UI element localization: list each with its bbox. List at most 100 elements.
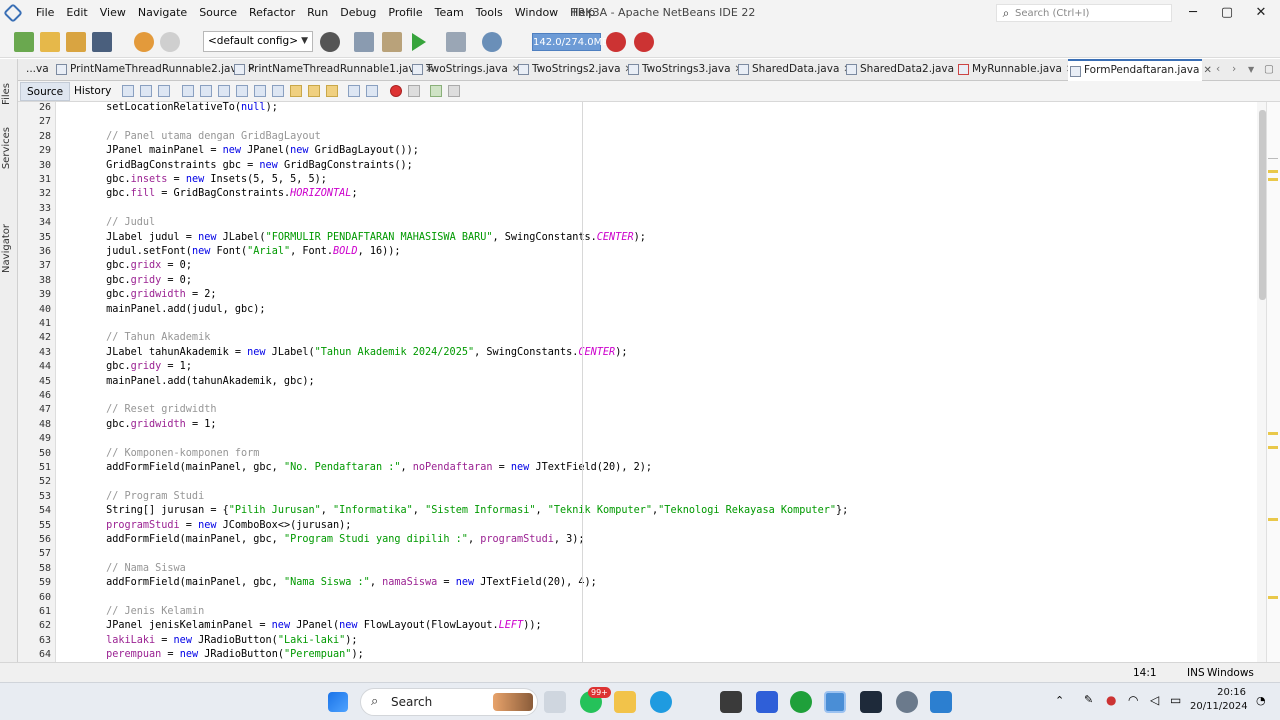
maximize-editor-icon[interactable]: ▢: [1264, 59, 1274, 81]
close-icon[interactable]: ✕: [1203, 65, 1211, 76]
cursor-position[interactable]: 14:1: [1133, 663, 1157, 683]
maximize-button[interactable]: ▢: [1210, 0, 1244, 26]
menu-refactor[interactable]: Refactor: [243, 0, 301, 26]
tab-twostrings3[interactable]: TwoStrings3.java✕: [626, 59, 743, 81]
close-window-button[interactable]: ✕: [1244, 0, 1278, 26]
microphone-icon[interactable]: ●: [1106, 693, 1116, 707]
find-icon[interactable]: [182, 85, 194, 97]
find-next-icon[interactable]: [218, 85, 230, 97]
source-tab[interactable]: Source: [20, 82, 71, 101]
minimize-button[interactable]: ─: [1176, 0, 1210, 26]
menu-run[interactable]: Run: [301, 0, 334, 26]
edge-icon[interactable]: [650, 691, 672, 713]
start-icon[interactable]: [328, 692, 348, 712]
code-line[interactable]: // Program Studi: [57, 490, 204, 504]
menu-file[interactable]: File: [30, 0, 60, 26]
tab-truncated[interactable]: ...va: [18, 59, 49, 81]
menu-team[interactable]: Team: [429, 0, 470, 26]
memory-indicator[interactable]: 142.0/274.0MB: [532, 33, 609, 51]
netbeans-taskbar-icon[interactable]: [824, 691, 846, 713]
code-line[interactable]: addFormField(mainPanel, gbc, "Program St…: [57, 533, 584, 547]
comment-icon[interactable]: [430, 85, 442, 97]
code-line[interactable]: // Komponen-komponen form: [57, 447, 259, 461]
code-line[interactable]: setLocationRelativeTo(null);: [57, 102, 278, 115]
open-project-icon[interactable]: [66, 32, 86, 52]
code-line[interactable]: JLabel judul = new JLabel("FORMULIR PEND…: [57, 231, 646, 245]
stop-macro-icon[interactable]: [408, 85, 420, 97]
back-icon[interactable]: [140, 85, 152, 97]
code-line[interactable]: // Panel utama dengan GridBagLayout: [57, 130, 321, 144]
services-tab[interactable]: Services: [1, 127, 12, 169]
shift-left-icon[interactable]: [348, 85, 360, 97]
battery-icon[interactable]: ▭: [1170, 693, 1181, 707]
stripe-marker[interactable]: [1268, 596, 1278, 599]
stripe-marker[interactable]: [1268, 170, 1278, 173]
terminal-icon[interactable]: [860, 691, 882, 713]
menu-debug[interactable]: Debug: [334, 0, 382, 26]
stripe-marker[interactable]: [1268, 158, 1278, 159]
tab-shareddata[interactable]: SharedData.java✕: [736, 59, 852, 81]
code-line[interactable]: mainPanel.add(judul, gbc);: [57, 303, 265, 317]
code-line[interactable]: // Tahun Akademik: [57, 331, 210, 345]
menu-source[interactable]: Source: [193, 0, 243, 26]
scroll-tabs-right-icon[interactable]: ›: [1232, 59, 1236, 81]
tray-chevron-icon[interactable]: ⌃: [1055, 694, 1064, 707]
code-line[interactable]: JPanel mainPanel = new JPanel(new GridBa…: [57, 144, 419, 158]
code-line[interactable]: String[] jurusan = {"Pilih Jurusan", "In…: [57, 504, 848, 518]
stripe-marker[interactable]: [1268, 446, 1278, 449]
save-all-icon[interactable]: [92, 32, 112, 52]
tab-formpendaftaran[interactable]: FormPendaftaran.java ✕: [1068, 59, 1212, 81]
network-icon[interactable]: ◠: [1128, 693, 1138, 707]
uncomment-icon[interactable]: [448, 85, 460, 97]
menu-profile[interactable]: Profile: [382, 0, 428, 26]
tab-twostrings[interactable]: TwoStrings.java ✕: [410, 59, 520, 81]
code-line[interactable]: gbc.fill = GridBagConstraints.HORIZONTAL…: [57, 187, 358, 201]
tab-printnamethreadrunnable2[interactable]: PrintNameThreadRunnable2.java ✕: [54, 59, 256, 81]
find-previous-icon[interactable]: [200, 85, 212, 97]
menu-tools[interactable]: Tools: [470, 0, 509, 26]
find-selection-icon[interactable]: [236, 85, 248, 97]
code-line[interactable]: lakiLaki = new JRadioButton("Laki-laki")…: [57, 634, 358, 648]
menu-edit[interactable]: Edit: [60, 0, 93, 26]
next-bookmark-icon[interactable]: [308, 85, 320, 97]
menu-window[interactable]: Window: [509, 0, 564, 26]
clean-build-icon[interactable]: [382, 32, 402, 52]
code-line[interactable]: gbc.insets = new Insets(5, 5, 5, 5);: [57, 173, 327, 187]
code-line[interactable]: gbc.gridwidth = 1;: [57, 418, 216, 432]
debug-icon[interactable]: [446, 32, 466, 52]
code-line[interactable]: // Judul: [57, 216, 155, 230]
visual-studio-icon[interactable]: [756, 691, 778, 713]
code-line[interactable]: // Nama Siswa: [57, 562, 186, 576]
taskbar-search[interactable]: ⌕ Search: [360, 688, 538, 716]
stripe-marker[interactable]: [1268, 178, 1278, 181]
code-line[interactable]: // Jenis Kelamin: [57, 605, 204, 619]
xbox-icon[interactable]: [790, 691, 812, 713]
forward-icon[interactable]: [158, 85, 170, 97]
code-line[interactable]: programStudi = new JComboBox<>(jurusan);: [57, 519, 351, 533]
unity-icon[interactable]: [720, 691, 742, 713]
history-tab[interactable]: History: [68, 82, 117, 101]
last-edit-icon[interactable]: [122, 85, 134, 97]
toggle-highlight-icon[interactable]: [254, 85, 266, 97]
tab-twostrings2[interactable]: TwoStrings2.java✕: [516, 59, 633, 81]
notepad-icon[interactable]: [930, 691, 952, 713]
code-line[interactable]: JPanel jenisKelaminPanel = new JPanel(ne…: [57, 619, 542, 633]
new-project-icon[interactable]: [40, 32, 60, 52]
navigator-tab[interactable]: Navigator: [1, 224, 12, 273]
task-view-icon[interactable]: [544, 691, 566, 713]
quick-search-input[interactable]: ⌕ Search (Ctrl+I): [996, 4, 1172, 22]
tab-list-icon[interactable]: ▼: [1248, 59, 1254, 81]
shift-right-icon[interactable]: [366, 85, 378, 97]
code-line[interactable]: JLabel tahunAkademik = new JLabel("Tahun…: [57, 346, 627, 360]
redo-icon[interactable]: [160, 32, 180, 52]
code-line[interactable]: gbc.gridy = 1;: [57, 360, 192, 374]
pen-icon[interactable]: ✎: [1084, 693, 1093, 706]
tab-printnamethreadrunnable1[interactable]: PrintNameThreadRunnable1.java ✕: [232, 59, 434, 81]
tab-shareddata2[interactable]: SharedData2.java✕: [844, 59, 966, 81]
code-line[interactable]: GridBagConstraints gbc = new GridBagCons…: [57, 159, 413, 173]
gc-icon[interactable]: [606, 32, 626, 52]
toggle-bookmark-icon[interactable]: [326, 85, 338, 97]
code-line[interactable]: gbc.gridx = 0;: [57, 259, 192, 273]
file-explorer-icon[interactable]: [614, 691, 636, 713]
toggle-rectangular-icon[interactable]: [272, 85, 284, 97]
